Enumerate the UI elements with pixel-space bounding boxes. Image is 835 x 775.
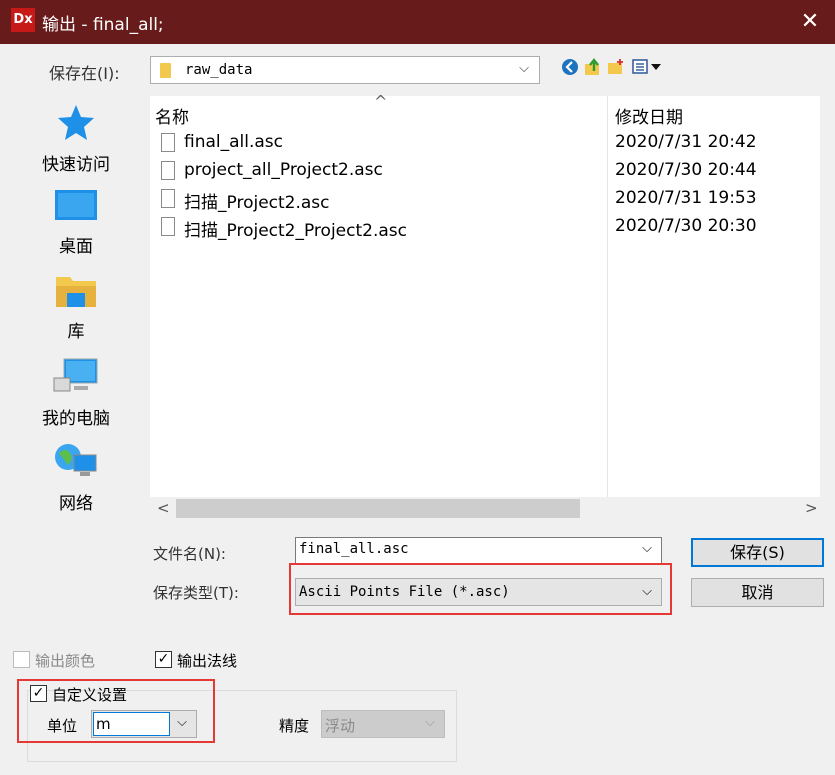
cancel-button[interactable]: 取消 xyxy=(691,578,824,607)
view-menu-icon[interactable] xyxy=(632,59,664,75)
place-label: 库 xyxy=(67,322,85,342)
file-name[interactable]: project_all_Project2.asc xyxy=(184,160,383,180)
file-date: 2020/7/30 20:44 xyxy=(615,160,757,180)
save-in-label: 保存在(I): xyxy=(49,64,120,83)
filename-value: final_all.asc xyxy=(299,541,409,557)
save-button[interactable]: 保存(S) xyxy=(691,538,824,567)
place-label: 网络 xyxy=(59,494,93,514)
app-icon: Dx xyxy=(11,8,35,32)
scroll-left-icon[interactable]: < xyxy=(157,499,170,517)
file-icon xyxy=(161,217,175,236)
filetype-highlight-box xyxy=(289,563,672,615)
place-computer[interactable]: 我的电脑 xyxy=(26,356,126,429)
column-header-date[interactable]: 修改日期 xyxy=(615,103,683,128)
chevron-down-icon[interactable]: ⌵ xyxy=(642,541,652,556)
chevron-down-icon: ⌵ xyxy=(425,715,435,730)
file-date: 2020/7/31 20:42 xyxy=(615,132,757,152)
file-name[interactable]: final_all.asc xyxy=(184,132,283,152)
library-icon xyxy=(56,277,96,307)
custom-settings-highlight-box xyxy=(17,679,215,743)
place-label: 快速访问 xyxy=(42,155,110,175)
file-icon xyxy=(161,161,175,180)
output-normals-checkbox[interactable]: ✓ xyxy=(155,651,172,668)
sort-arrow-icon: ^ xyxy=(374,92,388,111)
output-color-checkbox[interactable] xyxy=(13,651,30,668)
file-date: 2020/7/31 19:53 xyxy=(615,188,757,208)
file-icon xyxy=(161,133,175,152)
place-label: 桌面 xyxy=(59,237,93,257)
filetype-label: 保存类型(T): xyxy=(153,584,239,602)
back-icon[interactable] xyxy=(561,58,579,76)
up-folder-icon[interactable] xyxy=(584,58,602,76)
place-network[interactable]: 网络 xyxy=(26,441,126,514)
window-title: 输出 - final_all; xyxy=(42,15,164,35)
place-library[interactable]: 库 xyxy=(26,273,126,342)
network-icon xyxy=(55,444,97,476)
file-date: 2020/7/30 20:30 xyxy=(615,216,757,236)
scroll-thumb[interactable] xyxy=(176,499,580,518)
filename-input[interactable]: final_all.asc ⌵ xyxy=(295,537,662,564)
precision-value: 浮动 xyxy=(325,717,356,735)
save-in-value: raw_data xyxy=(185,62,253,78)
filename-label: 文件名(N): xyxy=(153,545,226,563)
folder-icon xyxy=(160,63,171,78)
new-folder-icon[interactable] xyxy=(607,58,625,76)
place-quick-access[interactable]: 快速访问 xyxy=(26,102,126,175)
file-list[interactable] xyxy=(150,96,820,497)
output-normals-label: 输出法线 xyxy=(177,652,238,670)
output-color-label: 输出颜色 xyxy=(35,652,96,670)
file-icon xyxy=(161,189,175,208)
place-label: 我的电脑 xyxy=(42,409,110,429)
save-in-combo[interactable]: raw_data ⌵ xyxy=(150,56,540,84)
computer-icon xyxy=(53,358,98,392)
scroll-right-icon[interactable]: > xyxy=(805,499,818,517)
chevron-down-icon: ⌵ xyxy=(519,61,529,76)
file-name[interactable]: 扫描_Project2_Project2.asc xyxy=(184,216,407,241)
precision-label: 精度 xyxy=(279,717,310,735)
column-header-name[interactable]: 名称 xyxy=(155,103,189,128)
desktop-icon xyxy=(55,190,97,220)
precision-select: 浮动 ⌵ xyxy=(321,710,445,738)
star-icon xyxy=(58,105,94,140)
close-button[interactable]: ✕ xyxy=(795,7,825,37)
place-desktop[interactable]: 桌面 xyxy=(26,188,126,257)
file-name[interactable]: 扫描_Project2.asc xyxy=(184,188,330,213)
column-divider xyxy=(607,96,608,497)
